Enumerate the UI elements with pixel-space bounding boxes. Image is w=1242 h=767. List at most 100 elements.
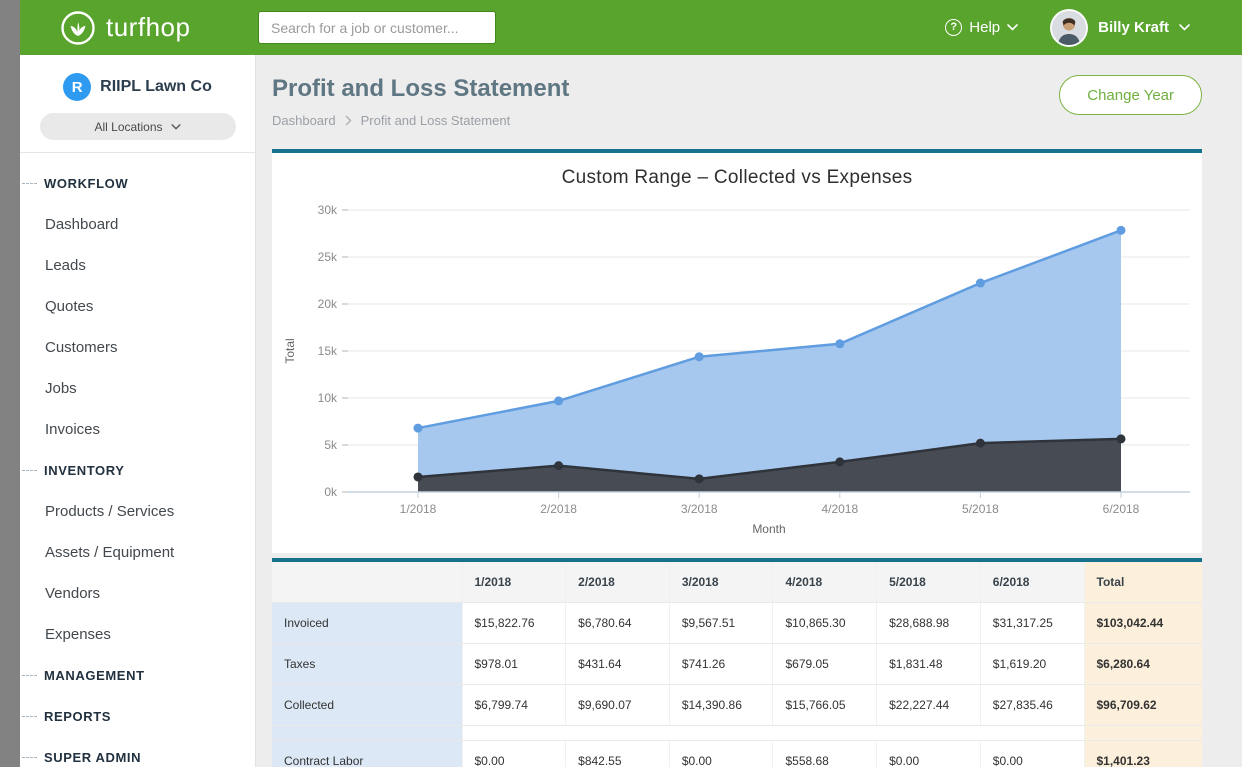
tree-dash-icon (22, 675, 37, 676)
row-label: Invoiced (272, 603, 462, 644)
column-header: 1/2018 (462, 562, 566, 603)
company-header: R RIIPL Lawn Co (20, 55, 255, 113)
row-total: $1,401.23 (1084, 741, 1202, 767)
cell-value: $0.00 (980, 741, 1084, 767)
cell-value: $0.00 (462, 741, 566, 767)
sidebar-item-quotes[interactable]: Quotes (20, 286, 255, 327)
column-header: 3/2018 (669, 562, 773, 603)
cell-value: $9,690.07 (566, 685, 670, 726)
cell-value: $10,865.30 (773, 603, 877, 644)
row-total: $103,042.44 (1084, 603, 1202, 644)
column-header: 2/2018 (566, 562, 670, 603)
tree-dash-icon (22, 470, 37, 471)
sidebar-item-expenses[interactable]: Expenses (20, 614, 255, 655)
cell-value: $22,227.44 (877, 685, 981, 726)
table-spacer-row (272, 726, 1202, 741)
cell-value: $15,766.05 (773, 685, 877, 726)
row-label: Taxes (272, 644, 462, 685)
svg-text:Total: Total (283, 338, 297, 363)
turfhop-logo-icon (60, 10, 96, 46)
row-label: Collected (272, 685, 462, 726)
sidebar-nav: WORKFLOWDashboardLeadsQuotesCustomersJob… (20, 153, 255, 767)
svg-text:0k: 0k (324, 485, 338, 499)
sidebar-item-assets-equipment[interactable]: Assets / Equipment (20, 532, 255, 573)
pl-chart-svg: 0k5k10k15k20k25k30k1/20182/20183/20184/2… (272, 195, 1202, 543)
sidebar-item-customers[interactable]: Customers (20, 327, 255, 368)
topbar-right: ? Help Billy Kraft (945, 9, 1242, 47)
locations-label: All Locations (94, 120, 162, 134)
section-label: INVENTORY (44, 463, 125, 478)
sidebar-section-inventory[interactable]: INVENTORY (20, 450, 255, 491)
locations-dropdown[interactable]: All Locations (40, 113, 236, 140)
company-name: RIIPL Lawn Co (100, 78, 212, 96)
user-menu[interactable]: Billy Kraft (1050, 9, 1190, 47)
user-name: Billy Kraft (1098, 19, 1169, 36)
sidebar-item-dashboard[interactable]: Dashboard (20, 204, 255, 245)
cell-value: $842.55 (566, 741, 670, 767)
page-title: Profit and Loss Statement (272, 75, 569, 103)
sidebar-item-invoices[interactable]: Invoices (20, 409, 255, 450)
sidebar: R RIIPL Lawn Co All Locations WORKFLOWDa… (20, 55, 256, 767)
section-label: MANAGEMENT (44, 668, 145, 683)
chevron-right-icon (345, 115, 352, 126)
cell-value: $0.00 (669, 741, 773, 767)
table-row: Invoiced$15,822.76$6,780.64$9,567.51$10,… (272, 603, 1202, 644)
row-total: $96,709.62 (1084, 685, 1202, 726)
tree-dash-icon (22, 183, 37, 184)
svg-text:4/2018: 4/2018 (821, 502, 858, 516)
cell-value: $27,835.46 (980, 685, 1084, 726)
help-icon: ? (945, 19, 962, 36)
pl-table: 1/20182/20183/20184/20185/20186/2018Tota… (272, 562, 1202, 767)
help-menu[interactable]: ? Help (945, 19, 1018, 36)
search-input[interactable] (258, 11, 496, 44)
svg-text:5k: 5k (324, 438, 338, 452)
svg-text:30k: 30k (318, 203, 338, 217)
column-header: 5/2018 (877, 562, 981, 603)
chevron-down-icon (171, 124, 181, 130)
cell-value: $741.26 (669, 644, 773, 685)
section-label: SUPER ADMIN (44, 750, 141, 765)
cell-value: $679.05 (773, 644, 877, 685)
change-year-button[interactable]: Change Year (1059, 75, 1202, 115)
cell-value: $6,780.64 (566, 603, 670, 644)
svg-text:25k: 25k (318, 250, 338, 264)
svg-text:5/2018: 5/2018 (962, 502, 999, 516)
topbar: turfhop ? Help Billy Kraft (20, 0, 1242, 55)
svg-text:20k: 20k (318, 297, 338, 311)
svg-text:3/2018: 3/2018 (681, 502, 718, 516)
sidebar-section-management[interactable]: MANAGEMENT (20, 655, 255, 696)
table-row: Taxes$978.01$431.64$741.26$679.05$1,831.… (272, 644, 1202, 685)
table-row: Collected$6,799.74$9,690.07$14,390.86$15… (272, 685, 1202, 726)
cell-value: $0.00 (877, 741, 981, 767)
cell-value: $9,567.51 (669, 603, 773, 644)
cell-value: $1,619.20 (980, 644, 1084, 685)
sidebar-item-leads[interactable]: Leads (20, 245, 255, 286)
chevron-down-icon (1007, 24, 1018, 31)
sidebar-item-vendors[interactable]: Vendors (20, 573, 255, 614)
sidebar-item-jobs[interactable]: Jobs (20, 368, 255, 409)
sidebar-section-super-admin[interactable]: SUPER ADMIN (20, 737, 255, 767)
breadcrumb: Dashboard Profit and Loss Statement (272, 113, 569, 128)
help-label: Help (969, 19, 1000, 36)
column-header: 4/2018 (773, 562, 877, 603)
breadcrumb-current: Profit and Loss Statement (361, 113, 511, 128)
chevron-down-icon (1179, 24, 1190, 31)
cell-value: $431.64 (566, 644, 670, 685)
chart-title: Custom Range – Collected vs Expenses (272, 153, 1202, 189)
avatar (1050, 9, 1088, 47)
page-header: Profit and Loss Statement Dashboard Prof… (256, 55, 1242, 128)
tree-dash-icon (22, 716, 37, 717)
sidebar-section-reports[interactable]: REPORTS (20, 696, 255, 737)
sidebar-item-products-services[interactable]: Products / Services (20, 491, 255, 532)
cell-value: $6,799.74 (462, 685, 566, 726)
company-logo-icon: R (63, 73, 91, 101)
breadcrumb-dashboard[interactable]: Dashboard (272, 113, 336, 128)
main-content: Profit and Loss Statement Dashboard Prof… (256, 55, 1242, 767)
table-row: Contract Labor$0.00$842.55$0.00$558.68$0… (272, 741, 1202, 767)
svg-text:15k: 15k (318, 344, 338, 358)
column-header: 6/2018 (980, 562, 1084, 603)
brand-name: turfhop (106, 12, 190, 43)
brand-logo[interactable]: turfhop (20, 10, 258, 46)
column-header (272, 562, 462, 603)
sidebar-section-workflow[interactable]: WORKFLOW (20, 163, 255, 204)
